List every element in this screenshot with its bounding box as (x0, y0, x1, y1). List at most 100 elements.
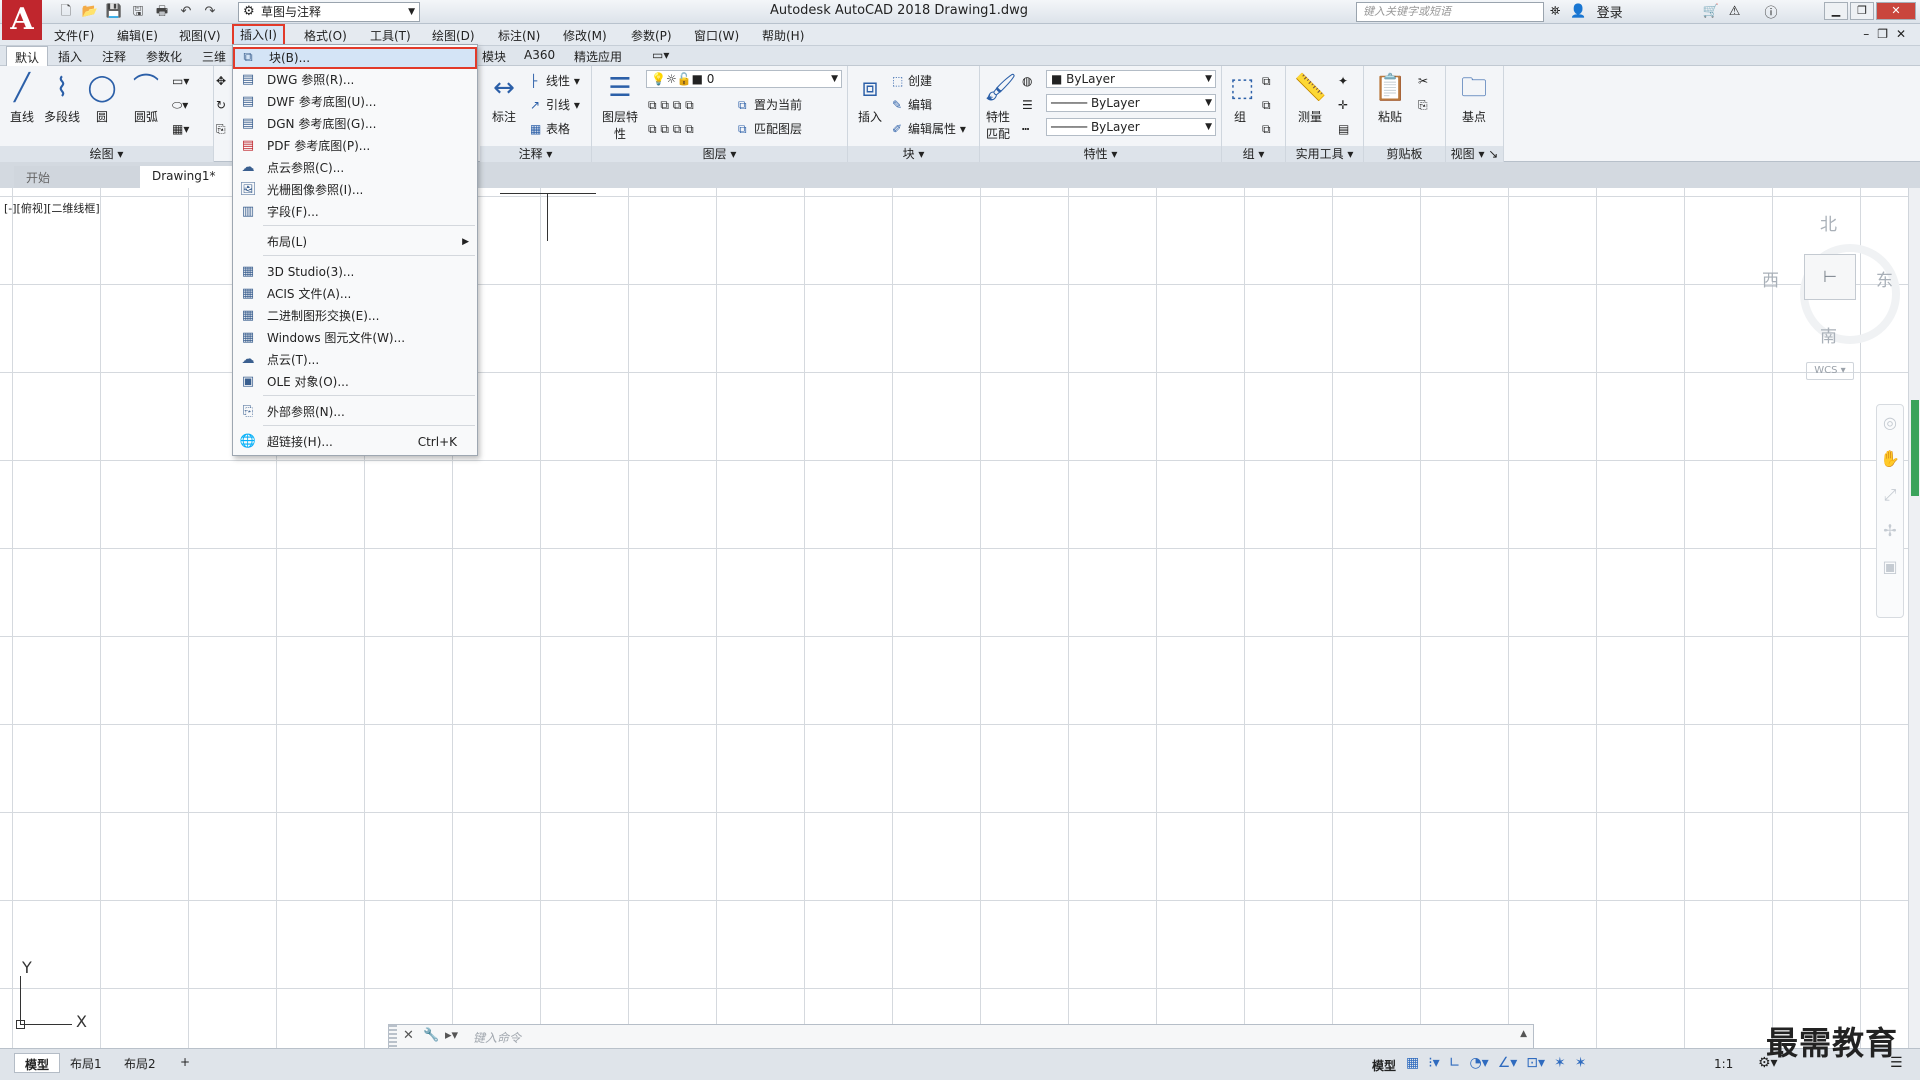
panel-view-title[interactable]: 视图 ▾ ↘ (1446, 146, 1503, 162)
layer-select[interactable]: 💡☼🔓■ 0 ▼ (646, 70, 842, 88)
lineweight-icon[interactable]: ☰ (1022, 96, 1033, 114)
cart-icon[interactable]: 🛒 (1703, 4, 1719, 19)
menu-draw[interactable]: 绘图(D) (432, 27, 475, 44)
edit-block-button[interactable]: ✎ 编辑 (892, 96, 932, 114)
panel-utilities-title[interactable]: 实用工具 ▾ (1286, 146, 1363, 162)
menu-item-pdf-underlay[interactable]: ▤ PDF 参考底图(P)... (233, 135, 477, 157)
tab-annotate[interactable]: 注释 (102, 48, 126, 65)
quick-select-icon[interactable]: ✦ (1338, 72, 1348, 90)
help-icon[interactable]: ⓘ (1764, 2, 1777, 21)
copy-icon[interactable]: ⎘ (216, 120, 226, 138)
line-button[interactable]: ╱ 直线 (4, 72, 40, 125)
dimension-button[interactable]: ↔ 标注 (486, 72, 522, 125)
workspace-select[interactable]: ⚙ 草图与注释 ▼ (238, 2, 420, 22)
lineweight-select[interactable]: ───── ByLayer ▼ (1046, 118, 1216, 136)
menu-tools[interactable]: 工具(T) (370, 27, 411, 44)
menu-item-3d-studio[interactable]: ▦ 3D Studio(3)... (233, 261, 477, 283)
open-file-icon[interactable]: 📂 (80, 3, 100, 21)
restore-icon[interactable]: ❐ (1850, 2, 1874, 20)
panel-properties-title[interactable]: 特性 ▾ (980, 146, 1221, 162)
match-properties-button[interactable]: 🖌 特性匹配 (984, 72, 1017, 142)
command-input[interactable]: 键入命令 (473, 1029, 521, 1046)
cut-icon[interactable]: ✂ (1418, 72, 1428, 90)
tab-start[interactable]: 开始 (14, 166, 142, 188)
compass-south[interactable]: 南 (1820, 322, 1837, 347)
redo-icon[interactable]: ↷ (200, 3, 220, 21)
snap-icon[interactable]: ⁝▾ (1428, 1055, 1439, 1071)
point-id-icon[interactable]: ✛ (1338, 96, 1348, 114)
menu-item-point-cloud[interactable]: ☁ 点云(T)... (233, 349, 477, 371)
add-layout-icon[interactable]: + (170, 1053, 200, 1073)
save-icon[interactable]: 💾 (104, 3, 124, 21)
polar-icon[interactable]: ◔▾ (1469, 1055, 1488, 1071)
login-link[interactable]: 登录 (1597, 2, 1623, 21)
viewcube-face[interactable]: ⊢ (1804, 254, 1856, 300)
wcs-menu[interactable]: WCS ▾ (1806, 362, 1854, 380)
pan-icon[interactable]: ✋ (1877, 441, 1903, 477)
document-window-controls[interactable]: –❐✕ (1863, 27, 1914, 41)
menu-insert[interactable]: 插入(I) (232, 24, 285, 46)
menu-item-acis[interactable]: ▦ ACIS 文件(A)... (233, 283, 477, 305)
menu-item-hyperlink[interactable]: 🌐 超链接(H)... Ctrl+K (233, 431, 477, 453)
compass-north[interactable]: 北 (1820, 210, 1837, 235)
copy-clip-icon[interactable]: ⎘ (1418, 96, 1428, 114)
circle-button[interactable]: ◯ 圆 (84, 72, 120, 125)
vertical-scrollbar[interactable] (1908, 188, 1920, 1048)
menu-file[interactable]: 文件(F) (54, 27, 94, 44)
leader-button[interactable]: ↗ 引线 ▾ (530, 96, 580, 114)
base-view-button[interactable]: 🗀 基点 (1456, 72, 1492, 125)
annotation-scale-icon[interactable]: ✶ (1575, 1055, 1587, 1071)
menu-edit[interactable]: 编辑(E) (117, 27, 158, 44)
menu-item-dgn-underlay[interactable]: ▤ DGN 参考底图(G)... (233, 113, 477, 135)
tab-layout1[interactable]: 布局1 (60, 1053, 112, 1073)
tab-layout2[interactable]: 布局2 (114, 1053, 166, 1073)
linetype-icon[interactable]: ┅ (1022, 120, 1029, 138)
tab-model[interactable]: 模型 (14, 1053, 61, 1073)
command-line-grip[interactable] (389, 1025, 397, 1049)
menu-window[interactable]: 窗口(W) (694, 27, 739, 44)
polyline-button[interactable]: ⌇ 多段线 (44, 72, 80, 125)
new-file-icon[interactable]: 🗋 (56, 3, 76, 21)
group-button[interactable]: ⬚ 组 (1226, 72, 1255, 125)
linear-button[interactable]: ├ 线性 ▾ (530, 72, 580, 90)
layer-tools-row1-icons[interactable]: ⧉ ⧉ ⧉ ⧉ (648, 96, 694, 114)
menu-item-raster-image[interactable]: 🖼 光栅图像参照(I)... (233, 179, 477, 201)
annotation-visibility-icon[interactable]: ✶ (1554, 1055, 1566, 1071)
close-icon[interactable]: ✕ (403, 1028, 414, 1043)
undo-icon[interactable]: ↶ (176, 3, 196, 21)
recent-commands-icon[interactable]: ▸▾ (445, 1028, 458, 1043)
showmotion-icon[interactable]: ▣ (1877, 549, 1903, 585)
zoom-icon[interactable]: ⤢ (1877, 477, 1903, 513)
rectangle-icon[interactable]: ▭▾ (172, 72, 189, 90)
tab-default[interactable]: 默认 (6, 46, 49, 66)
model-space-toggle[interactable]: 模型 (1372, 1057, 1396, 1074)
menu-item-layout[interactable]: 布局(L) ▶ (233, 231, 477, 253)
ungroup-icon[interactable]: ⧉ (1262, 72, 1271, 90)
linetype-select[interactable]: ───── ByLayer ▼ (1046, 94, 1216, 112)
menu-item-external-references[interactable]: ⎘ 外部参照(N)... (233, 401, 477, 423)
menu-item-dwg-reference[interactable]: ▤ DWG 参照(R)... (233, 69, 477, 91)
paste-button[interactable]: 📋 粘贴 (1372, 72, 1408, 125)
calculator-icon[interactable]: ▤ (1338, 120, 1349, 138)
panel-annotation-title[interactable]: 注释 ▾ (480, 146, 591, 162)
tab-3d[interactable]: 三维 (202, 48, 226, 65)
menu-dimension[interactable]: 标注(N) (498, 27, 540, 44)
edit-attributes-button[interactable]: ✐ 编辑属性 ▾ (892, 120, 966, 138)
scrollbar-thumb[interactable] (1911, 400, 1919, 496)
rotate-icon[interactable]: ↻ (216, 96, 226, 114)
group-select-icon[interactable]: ⧉ (1262, 120, 1271, 138)
hatch-icon[interactable]: ▦▾ (172, 120, 189, 138)
grid-icon[interactable]: ▦ (1406, 1055, 1419, 1071)
orbit-icon[interactable]: ✢ (1877, 513, 1903, 549)
move-icon[interactable]: ✥ (216, 72, 226, 90)
steering-wheel-icon[interactable]: ◎ (1877, 405, 1903, 441)
menu-item-point-cloud-reference[interactable]: ☁ 点云参照(C)... (233, 157, 477, 179)
create-block-button[interactable]: ⬚ 创建 (892, 72, 932, 90)
ellipse-icon[interactable]: ⬭▾ (172, 96, 188, 114)
panel-draw-title[interactable]: 绘图 ▾ (0, 146, 213, 162)
osnap-icon[interactable]: ⊡▾ (1526, 1055, 1545, 1071)
menu-modify[interactable]: 修改(M) (563, 27, 607, 44)
wrench-icon[interactable]: 🔧 (423, 1028, 439, 1043)
viewport-controls[interactable]: [-][俯视][二维线框] (4, 200, 100, 216)
color-wheel-icon[interactable]: ◍ (1022, 72, 1032, 90)
